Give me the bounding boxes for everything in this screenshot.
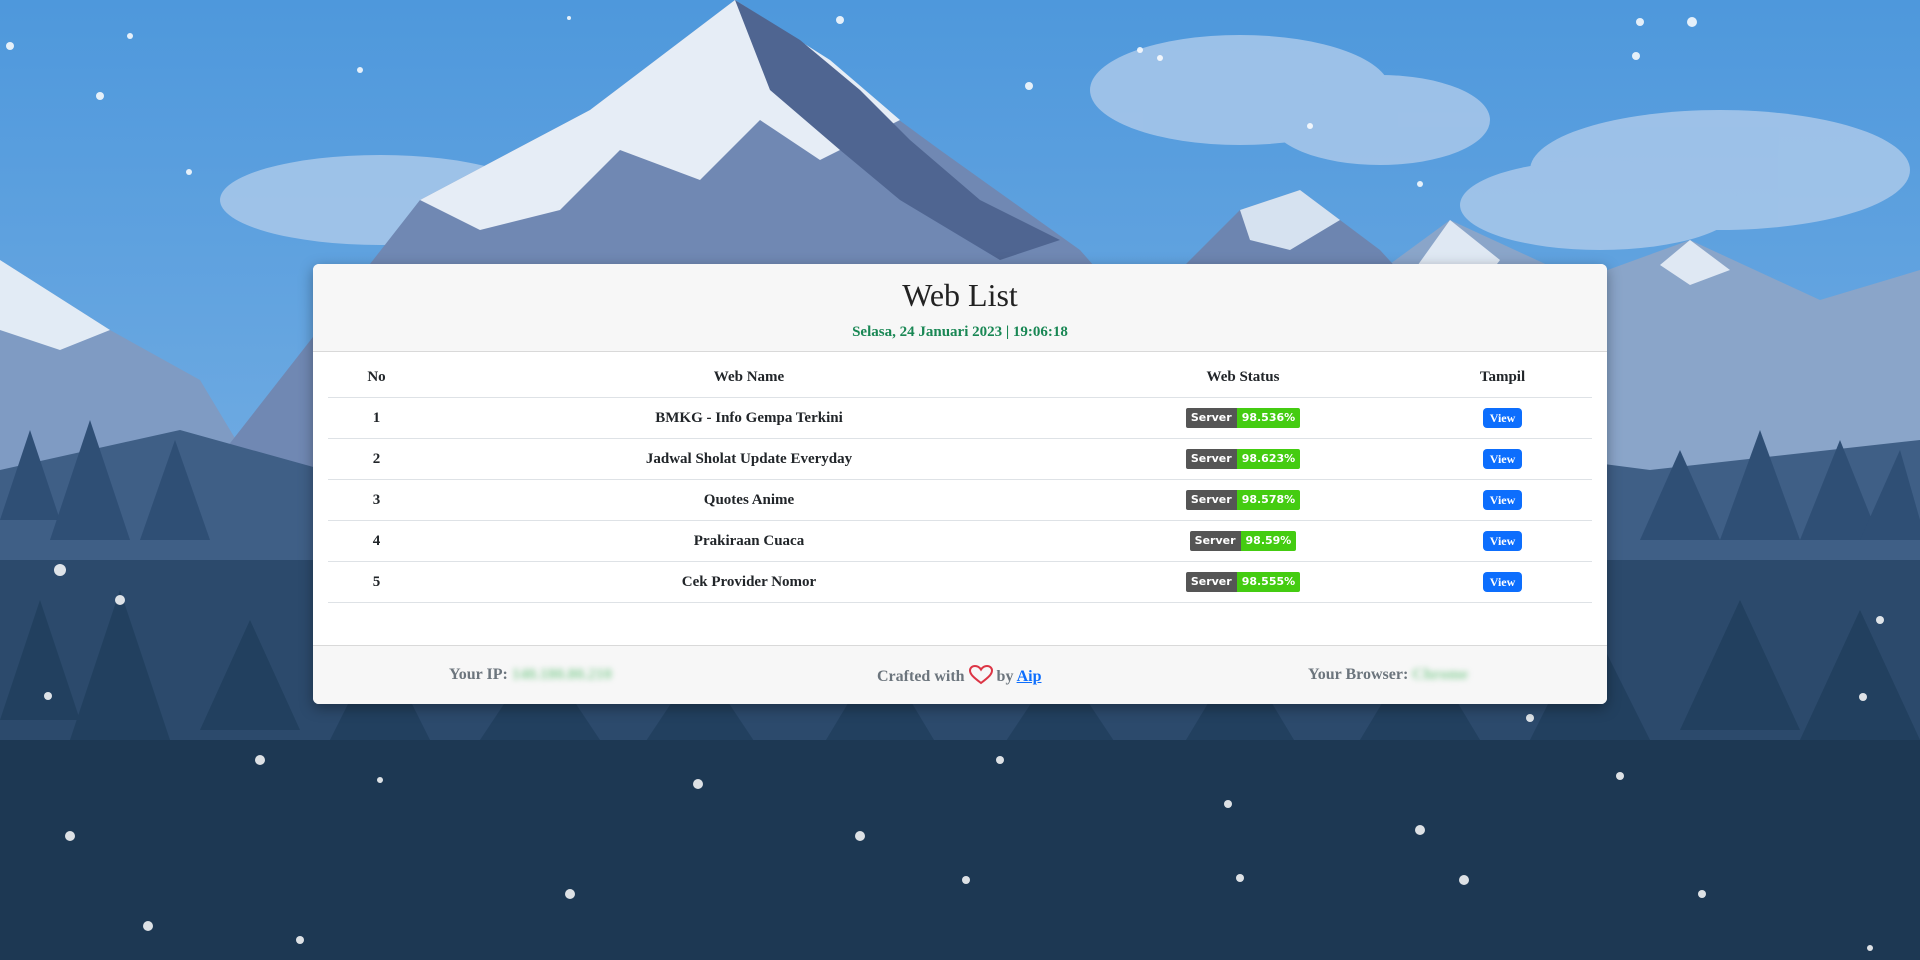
tampil-cell: View (1413, 438, 1592, 480)
status-badge-value: 98.623% (1236, 449, 1301, 469)
tampil-cell: View (1413, 561, 1592, 603)
tampil-cell: View (1413, 479, 1592, 521)
table-row: 1 BMKG - Info Gempa Terkini Server 98.536… (328, 397, 1592, 439)
web-list-table: No Web Name Web Status Tampil 1 BMKG - I… (328, 352, 1592, 603)
row-number: 4 (328, 520, 425, 562)
server-status-badge: Server 98.578% (1185, 490, 1301, 510)
web-status-cell: Server 98.536% (1073, 397, 1413, 439)
column-header-tampil: Tampil (1413, 352, 1592, 398)
status-badge-label: Server (1185, 449, 1237, 469)
status-badge-label: Server (1189, 531, 1241, 551)
server-status-badge: Server 98.555% (1185, 572, 1301, 592)
server-status-badge: Server 98.59% (1189, 531, 1297, 551)
card-footer: Your IP: 140.180.80.210 Crafted with by … (313, 645, 1607, 704)
row-number: 3 (328, 479, 425, 521)
web-status-cell: Server 98.555% (1073, 561, 1413, 603)
credit-prefix: Crafted with (877, 668, 965, 685)
server-status-badge: Server 98.536% (1185, 408, 1301, 428)
tampil-cell: View (1413, 520, 1592, 562)
table-row: 4 Prakiraan Cuaca Server 98.59% View (328, 520, 1592, 562)
server-status-badge: Server 98.623% (1185, 449, 1301, 469)
heart-icon (968, 665, 993, 685)
ip-value: 140.180.80.210 (511, 666, 612, 683)
web-status-cell: Server 98.623% (1073, 438, 1413, 480)
status-badge-label: Server (1185, 490, 1237, 510)
status-badge-value: 98.578% (1236, 490, 1301, 510)
web-status-cell: Server 98.59% (1073, 520, 1413, 562)
browser-value: Chrome (1412, 666, 1468, 683)
column-header-web-status: Web Status (1073, 352, 1413, 398)
view-button[interactable]: View (1482, 449, 1523, 469)
status-badge-label: Server (1185, 408, 1237, 428)
status-badge-value: 98.59% (1240, 531, 1297, 551)
column-header-no: No (328, 352, 425, 398)
view-button[interactable]: View (1482, 408, 1523, 428)
table-row: 5 Cek Provider Nomor Server 98.555% View (328, 561, 1592, 603)
web-list-table-wrapper: No Web Name Web Status Tampil 1 BMKG - I… (328, 352, 1592, 603)
tampil-cell: View (1413, 397, 1592, 439)
row-number: 1 (328, 397, 425, 439)
view-button[interactable]: View (1482, 531, 1523, 551)
status-badge-value: 98.555% (1236, 572, 1301, 592)
view-button[interactable]: View (1482, 572, 1523, 592)
table-row: 2 Jadwal Sholat Update Everyday Server 98… (328, 438, 1592, 480)
web-name: Quotes Anime (425, 479, 1073, 521)
web-list-card: Web List Selasa, 24 Januari 2023 | 19:06… (313, 264, 1607, 704)
web-name: Cek Provider Nomor (425, 561, 1073, 603)
web-name: Jadwal Sholat Update Everyday (425, 438, 1073, 480)
browser-label: Your Browser: (1308, 666, 1409, 683)
row-number: 2 (328, 438, 425, 480)
status-badge-label: Server (1185, 572, 1237, 592)
table-row: 3 Quotes Anime Server 98.578% View (328, 479, 1592, 521)
web-name: Prakiraan Cuaca (425, 520, 1073, 562)
ip-label: Your IP: (449, 666, 508, 683)
web-name: BMKG - Info Gempa Terkini (425, 397, 1073, 439)
status-badge-value: 98.536% (1236, 408, 1301, 428)
visitor-ip: Your IP: 140.180.80.210 (449, 665, 612, 685)
author-link[interactable]: Aip (1017, 668, 1042, 685)
view-button[interactable]: View (1482, 490, 1523, 510)
table-header-row: No Web Name Web Status Tampil (328, 352, 1592, 398)
card-header: Web List Selasa, 24 Januari 2023 | 19:06… (313, 264, 1607, 352)
current-datetime: Selasa, 24 Januari 2023 | 19:06:18 (852, 324, 1068, 340)
column-header-web-name: Web Name (425, 352, 1073, 398)
visitor-browser: Your Browser: Chrome (1308, 665, 1468, 685)
crafted-by-credit: Crafted with by Aip (877, 665, 1041, 687)
page-title: Web List (902, 277, 1018, 313)
row-number: 5 (328, 561, 425, 603)
web-status-cell: Server 98.578% (1073, 479, 1413, 521)
credit-by: by (996, 668, 1014, 685)
